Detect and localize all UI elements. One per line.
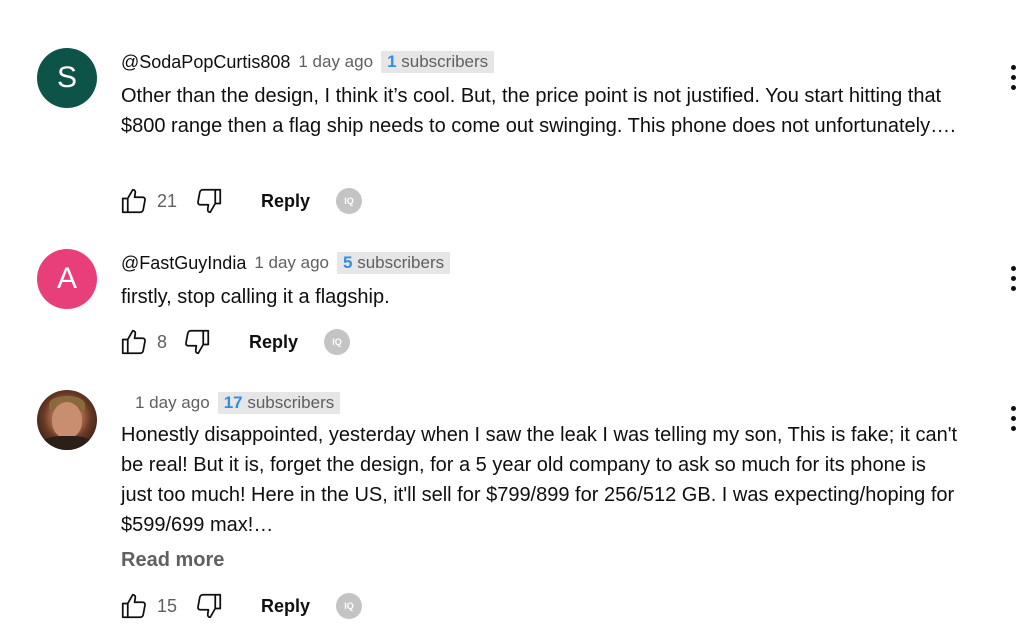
- thumb-down-icon: [185, 329, 210, 355]
- comment-header: @SodaPopCurtis808 1 day ago 1 subscriber…: [121, 50, 495, 74]
- comment-header: 1 day ago 17 subscribers: [127, 391, 341, 415]
- menu-dot: [1010, 275, 1016, 281]
- like-button[interactable]: [118, 185, 150, 217]
- comment-header: @FastGuyIndia 1 day ago 5 subscribers: [121, 251, 451, 275]
- comment-actions: 21 Reply IQ: [118, 185, 363, 217]
- avatar-letter: S: [56, 61, 77, 94]
- like-count: 8: [157, 331, 168, 352]
- avatar-face: [52, 402, 82, 438]
- menu-dot: [1010, 425, 1016, 431]
- iq-badge-icon[interactable]: IQ: [324, 329, 351, 355]
- like-count: 15: [157, 595, 178, 616]
- menu-dot: [1010, 415, 1016, 421]
- dislike-button[interactable]: [193, 590, 225, 622]
- like-button[interactable]: [118, 326, 150, 358]
- menu-dot: [1010, 285, 1016, 291]
- subscriber-badge: 17 subscribers: [217, 392, 341, 414]
- subscriber-badge: 5 subscribers: [337, 252, 451, 274]
- menu-dot: [1010, 64, 1016, 70]
- menu-dot: [1010, 84, 1016, 90]
- author-name[interactable]: @SodaPopCurtis808: [121, 52, 290, 73]
- like-count: 21: [157, 190, 178, 211]
- iq-badge-icon[interactable]: IQ: [336, 593, 363, 619]
- read-more-link[interactable]: Read more: [121, 549, 224, 572]
- avatar[interactable]: S: [37, 48, 97, 108]
- author-name[interactable]: @FastGuyIndia: [121, 253, 246, 274]
- avatar-letter: A: [56, 262, 77, 295]
- subscriber-count: 17: [223, 393, 243, 412]
- reply-button[interactable]: Reply: [261, 596, 310, 617]
- menu-dot: [1010, 74, 1016, 80]
- avatar-shirt: [41, 436, 93, 450]
- comment-text: Other than the design, I think it’s cool…: [121, 85, 956, 137]
- dislike-button[interactable]: [193, 185, 225, 217]
- menu-dot: [1010, 265, 1016, 271]
- thumb-down-icon: [197, 593, 222, 619]
- thumb-up-icon: [121, 329, 146, 355]
- reply-button[interactable]: Reply: [261, 191, 310, 212]
- comment-time[interactable]: 1 day ago: [135, 393, 210, 413]
- comment-actions: 8 Reply IQ: [118, 326, 351, 358]
- thumb-down-icon: [197, 188, 222, 214]
- subscriber-badge: 1 subscribers: [381, 51, 495, 73]
- subscriber-count: 1: [387, 52, 397, 71]
- more-vert-icon[interactable]: [1000, 57, 1026, 97]
- subscriber-label: subscribers: [352, 253, 445, 272]
- more-vert-icon[interactable]: [1000, 258, 1026, 298]
- avatar[interactable]: [37, 390, 97, 450]
- like-button[interactable]: [118, 590, 150, 622]
- comment-actions: 15 Reply IQ: [118, 590, 363, 622]
- thumb-up-icon: [121, 188, 146, 214]
- dislike-button[interactable]: [181, 326, 213, 358]
- menu-dot: [1010, 405, 1016, 411]
- avatar[interactable]: A: [37, 249, 97, 309]
- iq-badge-icon[interactable]: IQ: [336, 188, 363, 214]
- comment-text: Honestly disappointed, yesterday when I …: [121, 424, 958, 536]
- more-vert-icon[interactable]: [1000, 398, 1026, 438]
- reply-button[interactable]: Reply: [249, 332, 298, 353]
- subscriber-label: subscribers: [242, 393, 335, 412]
- comment-time[interactable]: 1 day ago: [298, 52, 373, 72]
- comment-time[interactable]: 1 day ago: [254, 253, 329, 273]
- subscriber-label: subscribers: [396, 52, 489, 71]
- comment-text: firstly, stop calling it a flagship.: [121, 286, 390, 308]
- thumb-up-icon: [121, 593, 146, 619]
